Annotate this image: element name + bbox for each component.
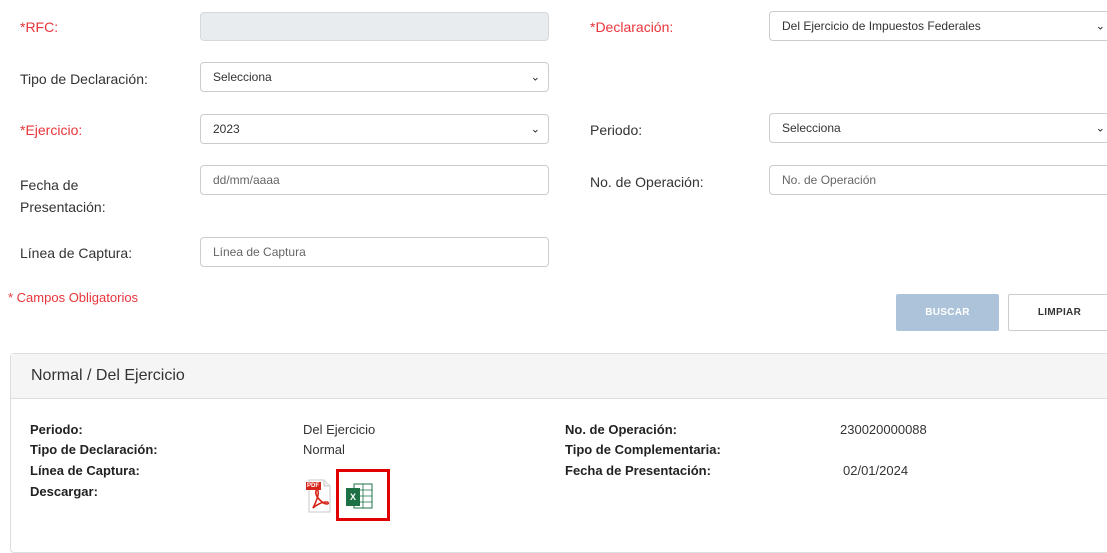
pdf-download-icon[interactable]: PDF	[305, 478, 333, 514]
clear-button[interactable]: LIMPIAR	[1008, 294, 1107, 331]
required-fields-note: * Campos Obligatorios	[8, 290, 139, 305]
tipo-declaracion-label: Tipo de Declaración:	[20, 71, 148, 87]
tipo-declaracion-select-value: Selecciona	[213, 70, 272, 84]
no-operacion-detail-label: No. de Operación:	[565, 422, 677, 437]
declaracion-select[interactable]: Del Ejercicio de Impuestos Federales ⌄	[769, 11, 1107, 41]
ejercicio-label: *Ejercicio:	[20, 122, 83, 138]
fecha-presentacion-label: Fecha de Presentación:	[20, 174, 106, 218]
declaracion-label: *Declaración:	[590, 19, 674, 35]
chevron-down-icon: ⌄	[1095, 20, 1105, 33]
fecha-presentacion-detail-value: 02/01/2024	[843, 463, 909, 478]
declaracion-select-value: Del Ejercicio de Impuestos Federales	[782, 19, 981, 33]
tipo-declaracion-select[interactable]: Selecciona ⌄	[200, 62, 549, 92]
no-operacion-label: No. de Operación:	[590, 174, 704, 190]
tipo-declaracion-detail-label: Tipo de Declaración:	[30, 442, 158, 457]
ejercicio-select[interactable]: 2023 ⌄	[200, 114, 549, 144]
descargar-label: Descargar:	[30, 484, 98, 499]
chevron-down-icon: ⌄	[1095, 122, 1105, 135]
periodo-select[interactable]: Selecciona ⌄	[769, 113, 1107, 143]
search-button[interactable]: BUSCAR	[896, 294, 999, 331]
fecha-presentacion-label-line2: Presentación:	[20, 199, 106, 215]
linea-captura-detail-label: Línea de Captura:	[30, 463, 140, 478]
linea-captura-input[interactable]: Línea de Captura	[200, 237, 549, 267]
chevron-down-icon: ⌄	[530, 123, 540, 136]
excel-download-icon[interactable]: X	[344, 480, 374, 512]
chevron-down-icon: ⌄	[530, 71, 540, 84]
tipo-declaracion-detail-value: Normal	[303, 442, 345, 457]
periodo-select-value: Selecciona	[782, 121, 841, 135]
periodo-detail-value: Del Ejercicio	[303, 422, 376, 437]
no-operacion-input[interactable]: No. de Operación	[769, 165, 1107, 195]
pdf-icon-text: PDF	[307, 483, 319, 489]
rfc-input[interactable]	[200, 12, 549, 41]
fecha-presentacion-detail-label: Fecha de Presentación:	[565, 463, 711, 478]
fecha-presentacion-input[interactable]: dd/mm/aaaa	[200, 165, 549, 195]
result-panel-title: Normal / Del Ejercicio	[11, 354, 1107, 399]
result-panel: Normal / Del Ejercicio	[10, 353, 1107, 553]
tipo-complementaria-label: Tipo de Complementaria:	[565, 442, 721, 457]
no-operacion-detail-value: 230020000088	[840, 422, 927, 437]
rfc-label: *RFC:	[20, 19, 59, 35]
excel-icon-text: X	[350, 492, 357, 502]
ejercicio-select-value: 2023	[213, 122, 240, 136]
periodo-detail-label: Periodo:	[30, 422, 83, 437]
periodo-label: Periodo:	[590, 122, 643, 138]
linea-captura-label: Línea de Captura:	[20, 245, 133, 261]
fecha-presentacion-label-line1: Fecha de	[20, 177, 79, 193]
